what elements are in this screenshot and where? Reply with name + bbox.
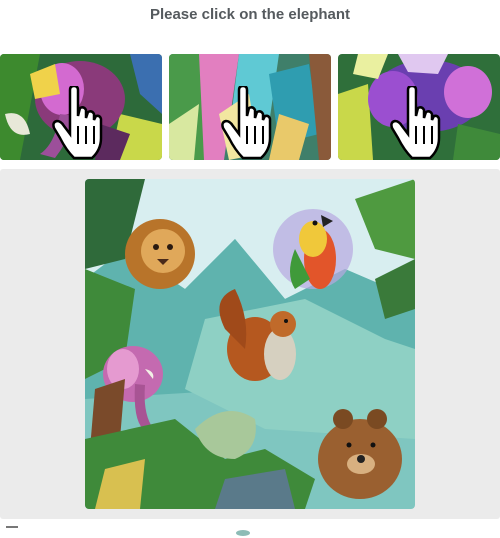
- jungle-animals-scene: [85, 179, 415, 509]
- hand-cursor-icon: [390, 86, 441, 160]
- captcha-choice-2[interactable]: [169, 54, 331, 160]
- captcha-main-image[interactable]: [85, 179, 415, 509]
- hand-cursor-icon: [52, 86, 103, 160]
- captcha-prompt: Please click on the elephant: [149, 6, 351, 23]
- hand-cursor-icon: [221, 86, 272, 160]
- captcha-choice-3[interactable]: [338, 54, 500, 160]
- bottom-partial-row: [0, 526, 500, 536]
- captcha-choice-1[interactable]: [0, 54, 162, 160]
- partial-icon: [6, 526, 18, 538]
- captcha-image-panel: [0, 169, 500, 519]
- partial-indicator: [236, 530, 250, 536]
